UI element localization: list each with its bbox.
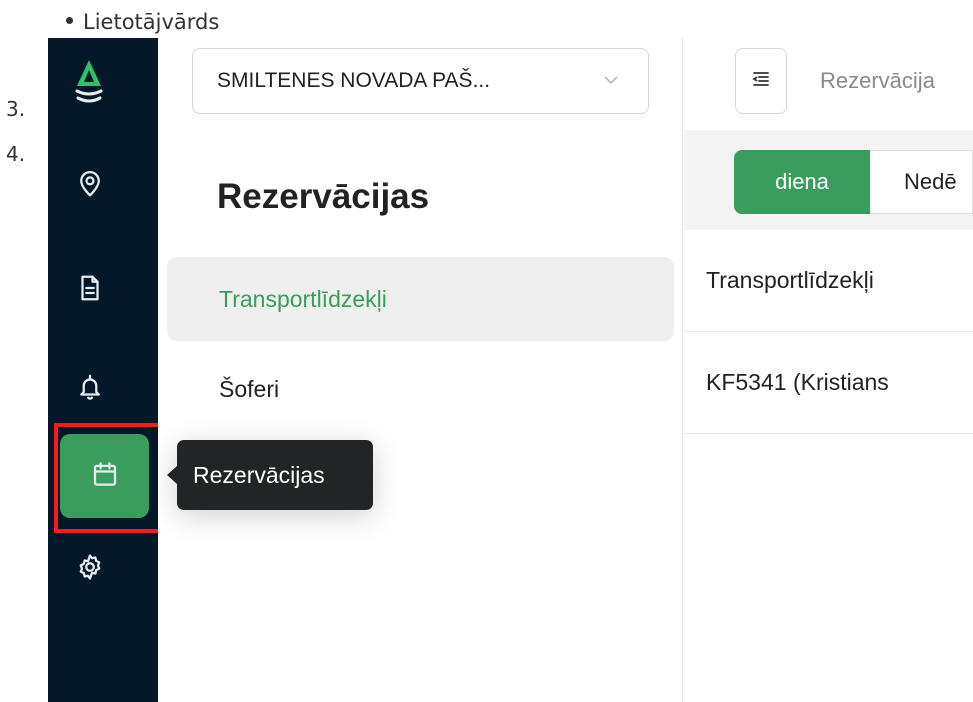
gear-icon bbox=[75, 552, 105, 587]
bullet-dot bbox=[66, 16, 73, 24]
indent-left-icon bbox=[751, 69, 771, 94]
doc-bullet-item: Lietotājvārds bbox=[66, 10, 219, 34]
doc-list-number-3: 3. bbox=[6, 97, 26, 121]
organization-select-value: SMILTENES NOVADA PAŠ... bbox=[217, 69, 491, 92]
view-tab-day[interactable]: diena bbox=[734, 150, 870, 214]
chevron-down-icon bbox=[602, 71, 620, 89]
document-icon bbox=[75, 273, 105, 308]
rail-documents-button[interactable] bbox=[62, 262, 118, 318]
bell-icon bbox=[75, 372, 105, 407]
menu-item-drivers[interactable]: Šoferi bbox=[167, 347, 674, 431]
main-content: Rezervācija diena Nedē Transportlīdzekļi… bbox=[684, 38, 973, 702]
tooltip-text: Rezervācijas bbox=[193, 461, 325, 488]
table-row[interactable]: KF5341 (Kristians bbox=[684, 332, 973, 434]
location-pin-icon bbox=[75, 169, 105, 204]
collapse-sidebar-button[interactable] bbox=[735, 48, 787, 114]
menu-item-vehicles[interactable]: Transportlīdzekļi bbox=[167, 257, 674, 341]
rail-location-button[interactable] bbox=[62, 158, 118, 214]
doc-bullet-text: Lietotājvārds bbox=[83, 10, 220, 34]
rail-settings-button[interactable] bbox=[62, 541, 118, 597]
breadcrumb[interactable]: Rezervācija bbox=[820, 68, 935, 94]
panel-title: Rezervācijas bbox=[217, 177, 430, 216]
reservations-subpanel: SMILTENES NOVADA PAŠ... Rezervācijas Tra… bbox=[158, 38, 683, 702]
view-tab-week[interactable]: Nedē bbox=[870, 150, 973, 214]
rail-tooltip: Rezervācijas bbox=[167, 440, 373, 510]
calendar-icon bbox=[90, 459, 120, 494]
rail-reservations-button[interactable] bbox=[60, 434, 149, 518]
app-logo-icon[interactable] bbox=[74, 58, 104, 104]
organization-select[interactable]: SMILTENES NOVADA PAŠ... bbox=[192, 48, 649, 114]
table-header-row: Transportlīdzekļi bbox=[684, 230, 973, 332]
rail-notifications-button[interactable] bbox=[62, 361, 118, 417]
icon-rail bbox=[48, 38, 158, 702]
doc-list-number-4: 4. bbox=[6, 142, 26, 166]
